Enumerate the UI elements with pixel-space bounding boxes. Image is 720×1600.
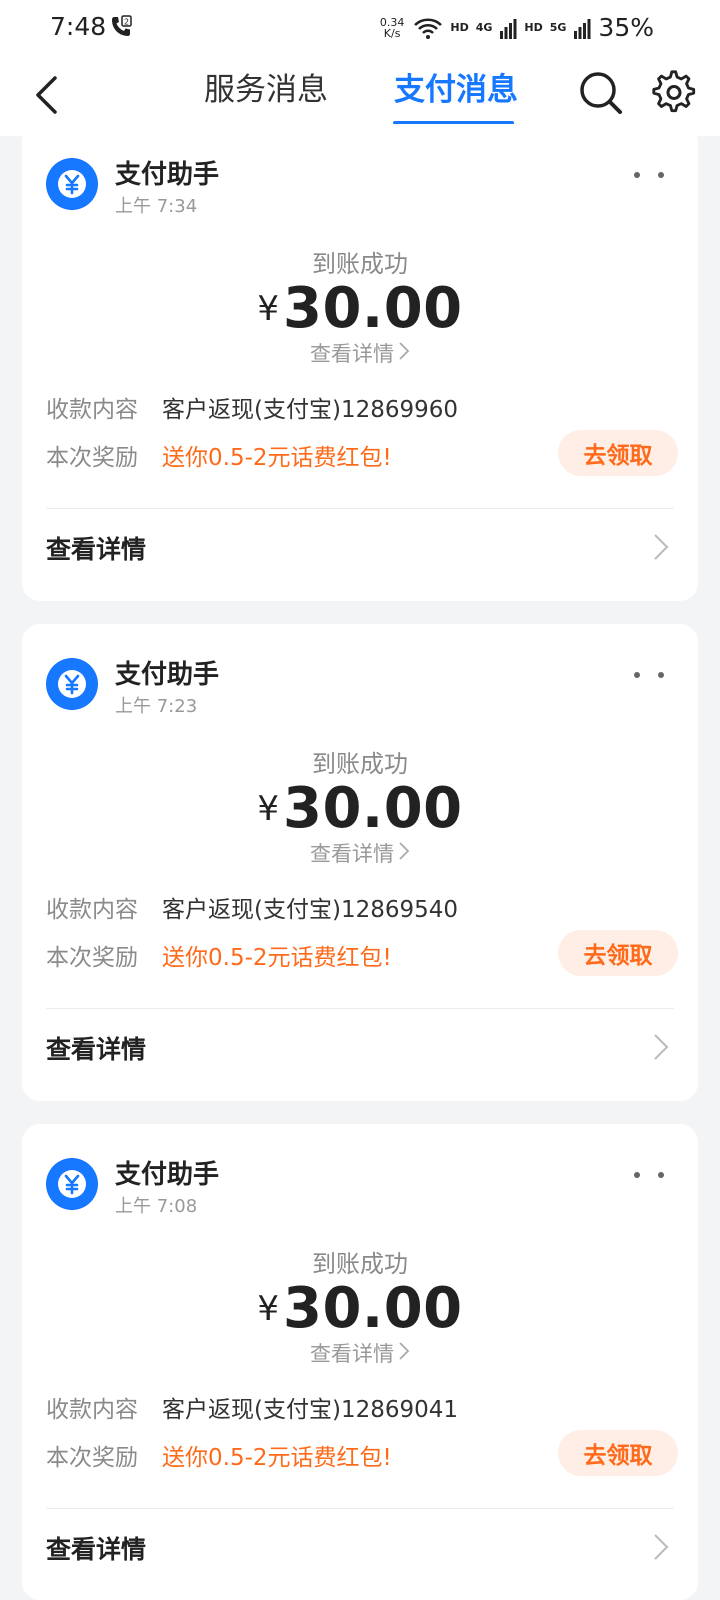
more-dots-icon[interactable] [634,168,664,182]
hd-call-icon: 2 [112,15,132,36]
hd-label-1: HD [450,21,469,34]
divider [46,508,674,509]
currency-symbol: ¥ [257,288,279,329]
settings-button[interactable] [652,70,698,116]
reward-value: 送你0.5-2元话费红包! [162,945,392,971]
chevron-right-icon[interactable] [650,1532,672,1562]
chevron-right-icon[interactable] [650,532,672,562]
content-value: 客户返现(支付宝)12869041 [162,1397,459,1423]
hd-label-2: HD [524,21,543,34]
net-4g-label: 4G [475,21,493,34]
search-icon [580,72,622,114]
message-time: 上午 7:08 [115,1196,198,1217]
content-label: 收款内容 [46,897,138,923]
yuan-icon [58,670,86,698]
sender-name: 支付助手 [115,160,220,190]
content-label: 收款内容 [46,397,138,423]
reward-value: 送你0.5-2元话费红包! [162,1445,392,1471]
reward-label: 本次奖励 [46,945,138,971]
payment-status: 到账成功 [312,1250,408,1278]
amount-value: 30.00 [283,776,463,841]
signal-icon-1 [500,18,517,39]
net-speed: 0.34 K/s [379,15,405,40]
chevron-right-icon [399,342,410,360]
footer-detail-link[interactable]: 查看详情 [46,1030,146,1066]
message-time: 上午 7:34 [115,196,198,217]
claim-button[interactable]: 去领取 [558,930,678,976]
amount-value: 30.00 [283,1276,463,1341]
content-label: 收款内容 [46,1397,138,1423]
wifi-icon [414,18,443,39]
status-time: 7:48 [50,12,107,41]
currency-symbol: ¥ [257,788,279,829]
search-button[interactable] [578,70,624,116]
content-value: 客户返现(支付宝)12869540 [162,897,459,923]
status-bar: 7:48 2 0.34 K/s HD 4G HD 5G 35% [0,0,720,60]
payment-card-2[interactable]: 支付助手 上午 7:23 到账成功 ¥30.00 查看详情 收款内容 客户返现(… [22,624,698,1101]
view-detail-link[interactable]: 查看详情 [22,338,698,368]
view-detail-link[interactable]: 查看详情 [22,1338,698,1368]
app-avatar [46,158,98,210]
claim-button[interactable]: 去领取 [558,1430,678,1476]
signal-icon-2 [574,18,591,39]
more-dots-icon[interactable] [634,1168,664,1182]
payment-status: 到账成功 [312,750,408,778]
amount-display: ¥30.00 [22,1276,698,1341]
view-detail-link[interactable]: 查看详情 [22,838,698,868]
content-value: 客户返现(支付宝)12869960 [162,397,459,423]
payment-status: 到账成功 [312,250,408,278]
message-time: 上午 7:23 [115,696,198,717]
payment-card-1[interactable]: 支付助手 上午 7:34 到账成功 ¥30.00 查看详情 收款内容 客户返现(… [22,124,698,601]
footer-detail-link[interactable]: 查看详情 [46,1530,146,1566]
tab-service-messages[interactable]: 服务消息 [204,70,328,120]
net-5g-label: 5G [549,21,567,34]
payment-card-3[interactable]: 支付助手 上午 7:08 到账成功 ¥30.00 查看详情 收款内容 客户返现(… [22,1124,698,1600]
footer-detail-link[interactable]: 查看详情 [46,530,146,566]
chevron-right-icon[interactable] [650,1032,672,1062]
chevron-right-icon [399,842,410,860]
status-right: 0.34 K/s HD 4G HD 5G 35% [380,13,654,42]
claim-button[interactable]: 去领取 [558,430,678,476]
more-dots-icon[interactable] [634,668,664,682]
divider [46,1508,674,1509]
reward-label: 本次奖励 [46,1445,138,1471]
amount-display: ¥30.00 [22,276,698,341]
sender-name: 支付助手 [115,1160,220,1190]
chevron-left-icon [36,76,57,114]
gear-icon [652,70,696,113]
divider [46,1008,674,1009]
back-button[interactable] [26,72,66,118]
chevron-right-icon [399,1342,410,1360]
yuan-icon [58,170,86,198]
amount-value: 30.00 [283,276,463,341]
app-avatar [46,658,98,710]
currency-symbol: ¥ [257,1288,279,1329]
reward-label: 本次奖励 [46,445,138,471]
yuan-icon [58,1170,86,1198]
svg-text:2: 2 [124,18,129,27]
sender-name: 支付助手 [115,660,220,690]
amount-display: ¥30.00 [22,776,698,841]
battery-level: 35% [598,13,654,42]
tab-payment-messages[interactable]: 支付消息 [394,70,518,120]
app-avatar [46,1158,98,1210]
reward-value: 送你0.5-2元话费红包! [162,445,392,471]
